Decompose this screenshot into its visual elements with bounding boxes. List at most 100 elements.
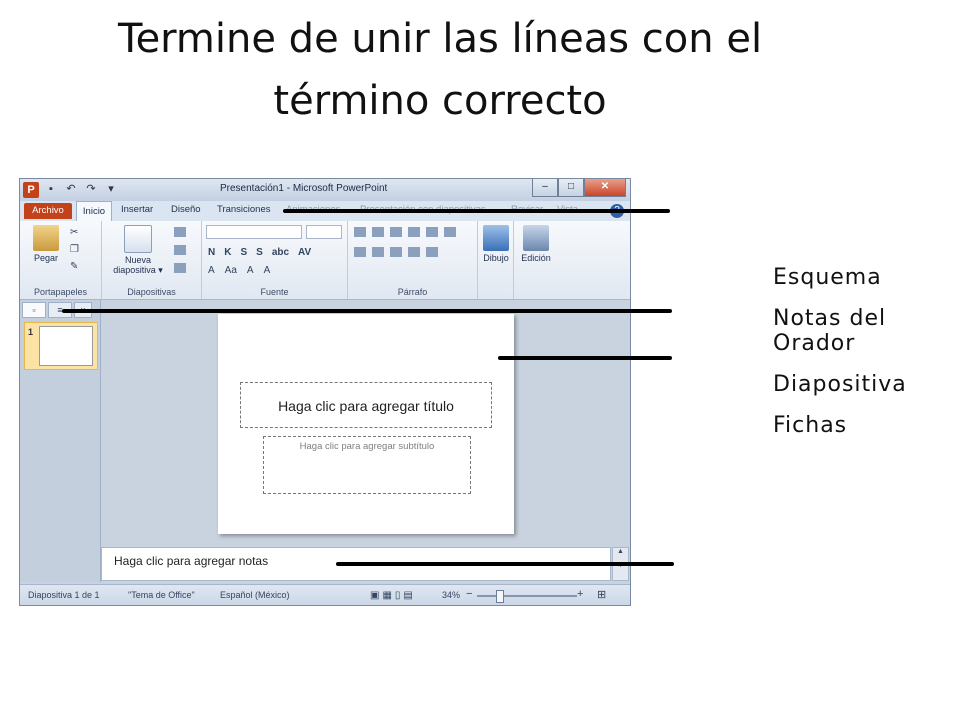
zoom-out-button[interactable]: −	[466, 588, 472, 600]
new-slide-label-2: diapositiva ▾	[113, 265, 163, 275]
new-slide-icon	[124, 225, 152, 253]
group-label-slides: Diapositivas	[127, 287, 176, 297]
new-slide-button[interactable]: Nueva diapositiva ▾	[108, 225, 168, 276]
align-right-icon[interactable]	[390, 247, 402, 257]
align-left-icon[interactable]	[354, 247, 366, 257]
zoom-slider[interactable]	[477, 595, 577, 597]
group-label-paragraph: Párrafo	[397, 287, 428, 297]
tab-insert[interactable]: Insertar	[121, 204, 153, 215]
powerpoint-window: P ▪ ↶ ↷ ▾ Presentación1 - Microsoft Powe…	[19, 178, 631, 606]
line-spacing-icon[interactable]	[426, 227, 438, 237]
language-indicator[interactable]: Español (México)	[220, 590, 290, 600]
window-title: Presentación1 - Microsoft PowerPoint	[220, 183, 388, 194]
italic-button[interactable]: K	[224, 247, 231, 258]
quick-access-toolbar: ▪ ↶ ↷ ▾	[44, 182, 118, 196]
drawing-button[interactable]: Dibujo	[480, 225, 512, 263]
drawing-label: Dibujo	[483, 253, 509, 263]
group-font: N K S S abc AV A Aa A A Fuente	[202, 221, 348, 299]
slide-title-line-2: término correcto	[273, 78, 607, 124]
slide-counter: Diapositiva 1 de 1	[28, 590, 100, 600]
answer-esquema: Esquema	[773, 265, 882, 290]
connector-line-tabs	[283, 209, 670, 213]
paste-button[interactable]: Pegar	[26, 225, 66, 263]
justify-icon[interactable]	[408, 247, 420, 257]
layout-icon[interactable]	[174, 227, 186, 237]
align-text-icon[interactable]	[426, 247, 438, 257]
shadow-button[interactable]: S	[256, 247, 263, 258]
font-name-combo[interactable]	[206, 225, 302, 239]
columns-icon[interactable]	[408, 227, 420, 237]
grow-font-button[interactable]: A	[247, 265, 254, 276]
font-format-buttons: N K S S abc AV	[208, 247, 311, 258]
cut-icon[interactable]: ✂	[70, 227, 79, 238]
view-buttons[interactable]: ▣▦▯▤	[370, 590, 416, 601]
tab-design[interactable]: Diseño	[171, 204, 201, 215]
font-size-buttons: A Aa A A	[208, 265, 270, 276]
slide-thumbnail[interactable]: 1	[24, 322, 98, 370]
zoom-in-button[interactable]: +	[577, 588, 583, 600]
slide-canvas[interactable]: Haga clic para agregar título Haga clic …	[218, 314, 514, 534]
zoom-level[interactable]: 34%	[442, 590, 460, 600]
group-drawing: Dibujo	[478, 221, 514, 299]
title-placeholder[interactable]: Haga clic para agregar título	[240, 382, 492, 428]
clipboard-icon	[33, 225, 59, 251]
bold-button[interactable]: N	[208, 247, 215, 258]
status-bar: Diapositiva 1 de 1 "Tema de Office" Espa…	[20, 584, 630, 605]
shapes-icon	[483, 225, 509, 251]
change-case-button[interactable]: Aa	[225, 265, 237, 276]
new-slide-label-1: Nueva	[124, 255, 151, 265]
customize-qat-icon[interactable]: ▾	[104, 182, 118, 196]
paste-label: Pegar	[33, 253, 59, 263]
section-icon[interactable]	[174, 263, 186, 273]
connector-line-outline	[62, 309, 672, 313]
window-controls: – □ ✕	[532, 179, 626, 197]
reset-icon[interactable]	[174, 245, 186, 255]
strikethrough-button[interactable]: abc	[272, 247, 289, 258]
redo-icon[interactable]: ↷	[84, 182, 98, 196]
slide-title-line-1: Termine de unir las líneas con el	[117, 16, 763, 62]
format-painter-icon[interactable]: ✎	[70, 261, 79, 272]
save-icon[interactable]: ▪	[44, 182, 58, 196]
binoculars-icon	[523, 225, 549, 251]
editing-button[interactable]: Edición	[518, 225, 554, 263]
undo-icon[interactable]: ↶	[64, 182, 78, 196]
underline-button[interactable]: S	[240, 247, 247, 258]
slide-thumbnail-image	[39, 326, 93, 366]
maximize-button[interactable]: □	[558, 179, 584, 197]
editing-label: Edición	[521, 253, 551, 263]
tab-transitions[interactable]: Transiciones	[217, 204, 271, 215]
text-direction-icon[interactable]	[444, 227, 456, 237]
minimize-button[interactable]: –	[532, 179, 558, 197]
font-color-button[interactable]: A	[208, 265, 215, 276]
paragraph-row-2	[354, 247, 438, 257]
powerpoint-icon[interactable]: P	[23, 182, 39, 198]
subtitle-placeholder[interactable]: Haga clic para agregar subtítulo	[263, 436, 471, 494]
answer-notas-del: Notas del	[773, 306, 887, 331]
slides-pane: ▫ ≡ × 1	[20, 300, 101, 582]
clipboard-small-buttons: ✂ ❐ ✎	[70, 227, 79, 272]
copy-icon[interactable]: ❐	[70, 244, 79, 255]
align-center-icon[interactable]	[372, 247, 384, 257]
group-slides: Nueva diapositiva ▾ Diapositivas	[102, 221, 202, 299]
theme-name[interactable]: "Tema de Office"	[128, 590, 195, 600]
group-paragraph: Párrafo	[348, 221, 478, 299]
connector-line-notes	[336, 562, 674, 566]
spacing-button[interactable]: AV	[298, 247, 311, 258]
paragraph-row-1	[354, 227, 456, 237]
tab-file[interactable]: Archivo	[24, 203, 72, 219]
indent-icon[interactable]	[390, 227, 402, 237]
font-size-combo[interactable]	[306, 225, 342, 239]
slide-title: Termine de unir las líneas con el términ…	[60, 8, 820, 132]
fit-to-window-icon[interactable]: ⊞	[597, 588, 606, 601]
zoom-slider-thumb[interactable]	[496, 590, 504, 603]
answer-diapositiva: Diapositiva	[773, 372, 907, 397]
answer-orador: Orador	[773, 331, 856, 356]
slides-tab-icon[interactable]: ▫	[22, 302, 46, 318]
numbering-icon[interactable]	[372, 227, 384, 237]
close-button[interactable]: ✕	[584, 179, 626, 197]
tab-home[interactable]: Inicio	[76, 201, 112, 221]
shrink-font-button[interactable]: A	[264, 265, 271, 276]
group-clipboard: Pegar ✂ ❐ ✎ Portapapeles	[20, 221, 102, 299]
title-bar: P ▪ ↶ ↷ ▾ Presentación1 - Microsoft Powe…	[20, 179, 630, 201]
bullets-icon[interactable]	[354, 227, 366, 237]
